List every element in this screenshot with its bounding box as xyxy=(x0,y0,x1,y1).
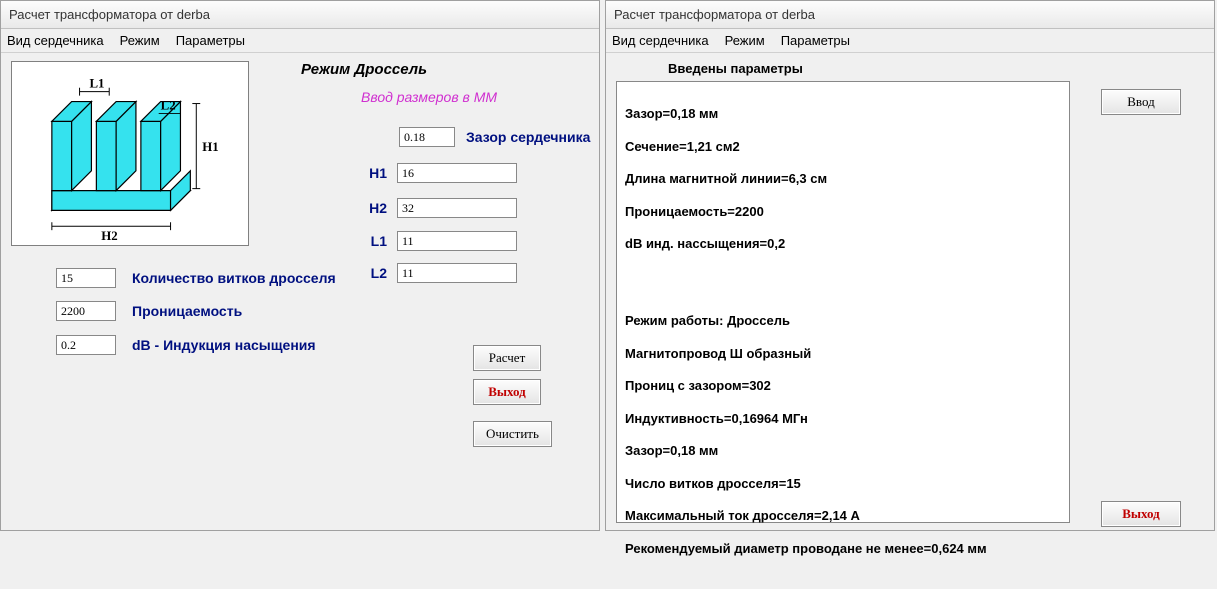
diagram-label-l2: L2 xyxy=(161,98,176,112)
menu-params-r[interactable]: Параметры xyxy=(781,33,850,48)
out-line: Индуктивность=0,16964 МГн xyxy=(625,411,1061,427)
perm-label: Проницаемость xyxy=(132,303,242,319)
h1-label: H1 xyxy=(357,165,387,181)
out-line: Максимальный ток дросселя=2,14 А xyxy=(625,508,1061,524)
out-line: Длина магнитной линии=6,3 см xyxy=(625,171,1061,187)
menu-mode[interactable]: Режим xyxy=(120,33,160,48)
out-line: Рекомендуемый диаметр проводане не менее… xyxy=(625,541,1061,557)
window-output: Расчет трансформатора от derba Вид серде… xyxy=(605,0,1215,531)
core-diagram: L1 L2 H1 H2 xyxy=(11,61,249,246)
h2-label: H2 xyxy=(357,200,387,216)
diagram-label-l1: L1 xyxy=(89,77,104,91)
menu-params[interactable]: Параметры xyxy=(176,33,245,48)
exit-button[interactable]: Выход xyxy=(473,379,541,405)
l1-label: L1 xyxy=(357,233,387,249)
menu-core[interactable]: Вид сердечника xyxy=(7,33,104,48)
diagram-label-h1: H1 xyxy=(202,140,218,154)
menubar-right: Вид сердечника Режим Параметры xyxy=(606,29,1214,53)
db-input[interactable] xyxy=(56,335,116,355)
db-label: dB - Индукция насыщения xyxy=(132,337,316,353)
out-line: Режим работы: Дроссель xyxy=(625,313,1061,329)
content-left: L1 L2 H1 H2 Режим Дроссель Ввод размеров… xyxy=(1,53,599,69)
out-line: Магнитопровод Ш образный xyxy=(625,346,1061,362)
out-line: Проницаемость=2200 xyxy=(625,204,1061,220)
out-line: Прониц с зазором=302 xyxy=(625,378,1061,394)
out-line: Зазор=0,18 мм xyxy=(625,443,1061,459)
l2-input[interactable] xyxy=(397,263,517,283)
titlebar-right: Расчет трансформатора от derba xyxy=(606,1,1214,29)
menubar-left: Вид сердечника Режим Параметры xyxy=(1,29,599,53)
params-entered-title: Введены параметры xyxy=(668,61,803,76)
menu-core-r[interactable]: Вид сердечника xyxy=(612,33,709,48)
output-area: Зазор=0,18 мм Сечение=1,21 см2 Длина маг… xyxy=(616,81,1070,523)
out-line: Число витков дросселя=15 xyxy=(625,476,1061,492)
out-line: Зазор=0,18 мм xyxy=(625,106,1061,122)
h1-input[interactable] xyxy=(397,163,517,183)
turns-input[interactable] xyxy=(56,268,116,288)
vvod-button[interactable]: Ввод xyxy=(1101,89,1181,115)
l2-label: L2 xyxy=(357,265,387,281)
titlebar-left: Расчет трансформатора от derba xyxy=(1,1,599,29)
perm-input[interactable] xyxy=(56,301,116,321)
window-input: Расчет трансформатора от derba Вид серде… xyxy=(0,0,600,531)
l1-input[interactable] xyxy=(397,231,517,251)
out-line: dB инд. нассыщения=0,2 xyxy=(625,236,1061,252)
out-line: Сечение=1,21 см2 xyxy=(625,139,1061,155)
content-right: Введены параметры Зазор=0,18 мм Сечение=… xyxy=(606,53,1214,69)
diagram-label-h2: H2 xyxy=(101,229,117,243)
calc-button[interactable]: Расчет xyxy=(473,345,541,371)
h2-input[interactable] xyxy=(397,198,517,218)
mode-heading: Режим Дроссель xyxy=(301,61,427,78)
clear-button[interactable]: Очистить xyxy=(473,421,552,447)
menu-mode-r[interactable]: Режим xyxy=(725,33,765,48)
gap-label: Зазор сердечника xyxy=(466,129,590,145)
exit-button-right[interactable]: Выход xyxy=(1101,501,1181,527)
gap-input[interactable] xyxy=(399,127,455,147)
units-subheading: Ввод размеров в ММ xyxy=(361,89,497,105)
turns-label: Количество витков дросселя xyxy=(132,270,336,286)
